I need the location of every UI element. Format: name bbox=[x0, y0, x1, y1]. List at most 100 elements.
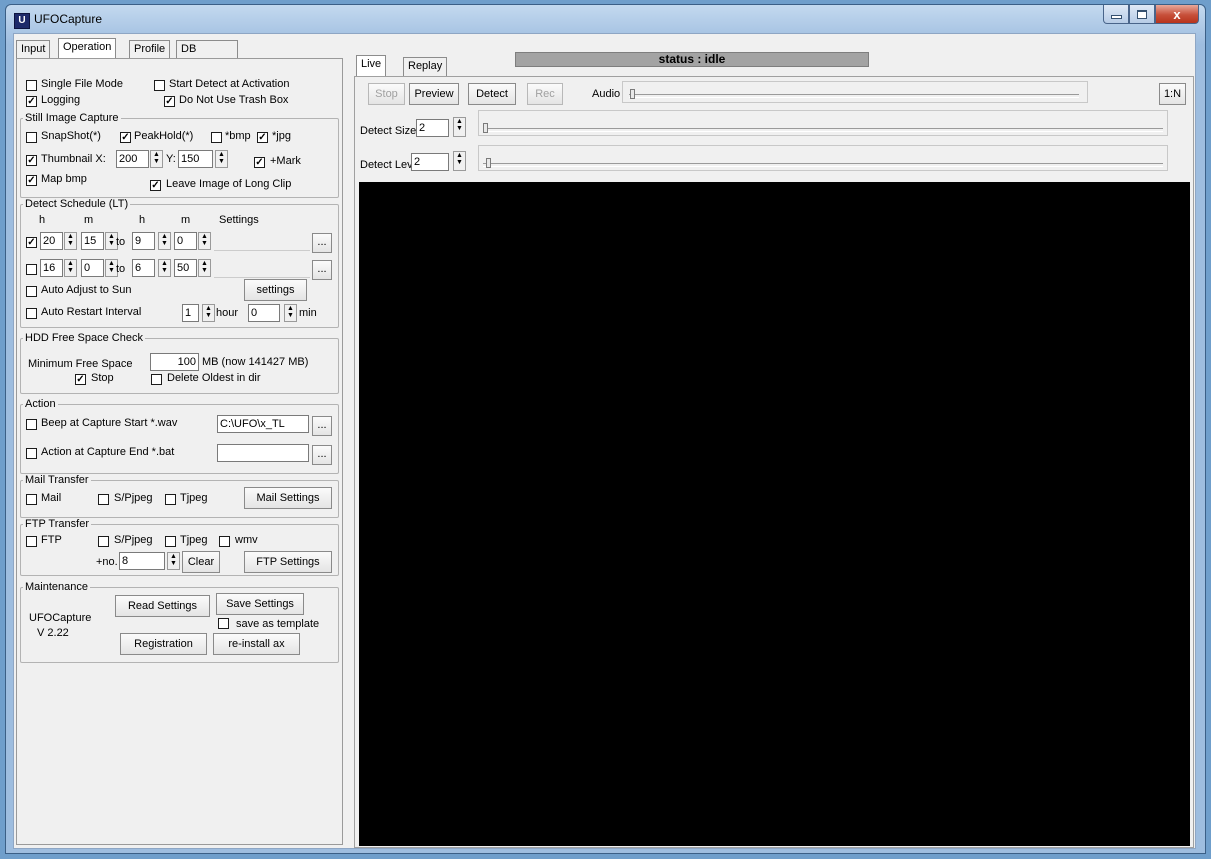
hdd-stop-checkbox[interactable]: ✓ bbox=[75, 374, 86, 385]
registration-button[interactable]: Registration bbox=[120, 633, 207, 655]
snapshot-checkbox[interactable] bbox=[26, 132, 37, 143]
audio-thumb[interactable] bbox=[630, 89, 635, 99]
action-end-path-input[interactable] bbox=[217, 444, 309, 462]
beep-path-input[interactable]: C:\UFO\x_TL bbox=[217, 415, 309, 433]
row2-settings-field[interactable] bbox=[214, 259, 310, 278]
mail-checkbox[interactable] bbox=[26, 494, 37, 505]
schedule-row2-checkbox[interactable] bbox=[26, 264, 37, 275]
beep-checkbox[interactable] bbox=[26, 419, 37, 430]
detect-size-slider[interactable] bbox=[478, 110, 1168, 136]
row1-end-min-input[interactable]: 0 bbox=[174, 232, 197, 250]
stop-button[interactable]: Stop bbox=[368, 83, 405, 105]
thumbnail-y-spinner[interactable]: ▲ ▼ bbox=[215, 150, 228, 168]
ftp-no-spinner[interactable]: ▲ ▼ bbox=[167, 552, 180, 570]
ftp-checkbox[interactable] bbox=[26, 536, 37, 547]
auto-adjust-checkbox[interactable] bbox=[26, 286, 37, 297]
ftp-wmv-checkbox[interactable] bbox=[219, 536, 230, 547]
row1-browse-button[interactable]: ... bbox=[312, 233, 332, 253]
row2-browse-button[interactable]: ... bbox=[312, 260, 332, 280]
row1-end-min-spinner[interactable]: ▲ ▼ bbox=[198, 232, 211, 250]
preview-button[interactable]: Preview bbox=[409, 83, 459, 105]
minimize-button[interactable] bbox=[1103, 5, 1129, 24]
row1-start-min-input[interactable]: 15 bbox=[81, 232, 104, 250]
detect-lev-input[interactable]: 2 bbox=[411, 153, 449, 171]
single-file-mode-checkbox[interactable] bbox=[26, 80, 37, 91]
ftp-tjpeg-checkbox[interactable] bbox=[165, 536, 176, 547]
audio-slider[interactable] bbox=[622, 81, 1088, 103]
ftp-settings-button[interactable]: FTP Settings bbox=[244, 551, 332, 573]
ftp-clear-button[interactable]: Clear bbox=[182, 551, 220, 573]
row2-start-min-input[interactable]: 0 bbox=[81, 259, 104, 277]
ftp-wmv-label: wmv bbox=[235, 534, 258, 546]
tab-operation[interactable]: Operation bbox=[58, 38, 117, 59]
min-label: min bbox=[299, 307, 317, 319]
mail-spjpeg-checkbox[interactable] bbox=[98, 494, 109, 505]
action-end-checkbox[interactable] bbox=[26, 448, 37, 459]
row2-end-hour-spinner[interactable]: ▲ ▼ bbox=[158, 259, 171, 277]
thumbnail-checkbox[interactable]: ✓ bbox=[26, 155, 37, 166]
leave-image-checkbox[interactable]: ✓ bbox=[150, 180, 161, 191]
maximize-button[interactable] bbox=[1129, 5, 1155, 24]
ftp-no-input[interactable]: 8 bbox=[119, 552, 165, 570]
logging-checkbox[interactable]: ✓ bbox=[26, 96, 37, 107]
beep-browse-button[interactable]: ... bbox=[312, 416, 332, 436]
detect-button[interactable]: Detect bbox=[468, 83, 516, 105]
schedule-row1-checkbox[interactable]: ✓ bbox=[26, 237, 37, 248]
ftp-spjpeg-checkbox[interactable] bbox=[98, 536, 109, 547]
row1-start-hour-spinner[interactable]: ▲ ▼ bbox=[64, 232, 77, 250]
row2-end-hour-input[interactable]: 6 bbox=[132, 259, 155, 277]
tab-live[interactable]: Live bbox=[356, 55, 387, 76]
thumbnail-y-input[interactable]: 150 bbox=[178, 150, 213, 168]
video-preview[interactable] bbox=[359, 182, 1190, 846]
save-settings-button[interactable]: Save Settings bbox=[216, 593, 304, 615]
detect-size-spinner[interactable]: ▲ ▼ bbox=[453, 117, 466, 137]
map-bmp-checkbox[interactable]: ✓ bbox=[26, 175, 37, 186]
close-button[interactable]: x bbox=[1155, 5, 1199, 24]
mark-checkbox[interactable]: ✓ bbox=[254, 157, 265, 168]
maintenance-title: Maintenance bbox=[23, 581, 90, 593]
row1-settings-field[interactable] bbox=[214, 232, 310, 251]
action-end-browse-button[interactable]: ... bbox=[312, 445, 332, 465]
min-free-space-input[interactable]: 100 bbox=[150, 353, 199, 371]
tab-db[interactable]: DB bbox=[176, 40, 238, 59]
detect-lev-thumb[interactable] bbox=[486, 158, 491, 168]
no-trash-checkbox[interactable]: ✓ bbox=[164, 96, 175, 107]
thumbnail-x-input[interactable]: 200 bbox=[116, 150, 149, 168]
restart-min-spinner[interactable]: ▲ ▼ bbox=[284, 304, 297, 322]
thumbnail-y-label: Y: bbox=[166, 153, 176, 165]
bmp-checkbox[interactable] bbox=[211, 132, 222, 143]
row2-start-hour-spinner[interactable]: ▲ ▼ bbox=[64, 259, 77, 277]
reinstall-ax-button[interactable]: re-install ax bbox=[213, 633, 300, 655]
ratio-button[interactable]: 1:N bbox=[1159, 83, 1186, 105]
row1-end-hour-spinner[interactable]: ▲ ▼ bbox=[158, 232, 171, 250]
title-bar[interactable]: U UFOCapture x bbox=[6, 5, 1205, 33]
row1-end-hour-input[interactable]: 9 bbox=[132, 232, 155, 250]
row2-end-min-spinner[interactable]: ▲ ▼ bbox=[198, 259, 211, 277]
restart-min-input[interactable]: 0 bbox=[248, 304, 280, 322]
sun-settings-button[interactable]: settings bbox=[244, 279, 307, 301]
restart-hour-spinner[interactable]: ▲ ▼ bbox=[202, 304, 215, 322]
restart-hour-input[interactable]: 1 bbox=[182, 304, 199, 322]
row2-end-min-input[interactable]: 50 bbox=[174, 259, 197, 277]
tab-replay[interactable]: Replay bbox=[403, 57, 448, 76]
detect-lev-spinner[interactable]: ▲ ▼ bbox=[453, 151, 466, 171]
tab-profile[interactable]: Profile bbox=[129, 40, 171, 59]
read-settings-button[interactable]: Read Settings bbox=[115, 595, 210, 617]
mail-settings-button[interactable]: Mail Settings bbox=[244, 487, 332, 509]
detect-size-thumb[interactable] bbox=[483, 123, 488, 133]
row2-start-hour-input[interactable]: 16 bbox=[40, 259, 63, 277]
mail-tjpeg-checkbox[interactable] bbox=[165, 494, 176, 505]
jpg-checkbox[interactable]: ✓ bbox=[257, 132, 268, 143]
save-template-checkbox[interactable] bbox=[218, 618, 229, 629]
rec-button[interactable]: Rec bbox=[527, 83, 563, 105]
start-detect-checkbox[interactable] bbox=[154, 80, 165, 91]
detect-lev-slider[interactable] bbox=[478, 145, 1168, 171]
detect-size-input[interactable]: 2 bbox=[416, 119, 449, 137]
row1-start-hour-input[interactable]: 20 bbox=[40, 232, 63, 250]
peakhold-checkbox[interactable]: ✓ bbox=[120, 132, 131, 143]
auto-restart-checkbox[interactable] bbox=[26, 308, 37, 319]
tab-input[interactable]: Input bbox=[16, 40, 51, 59]
delete-oldest-checkbox[interactable] bbox=[151, 374, 162, 385]
thumbnail-x-spinner[interactable]: ▲ ▼ bbox=[150, 150, 163, 168]
app-icon[interactable]: U bbox=[14, 13, 30, 29]
